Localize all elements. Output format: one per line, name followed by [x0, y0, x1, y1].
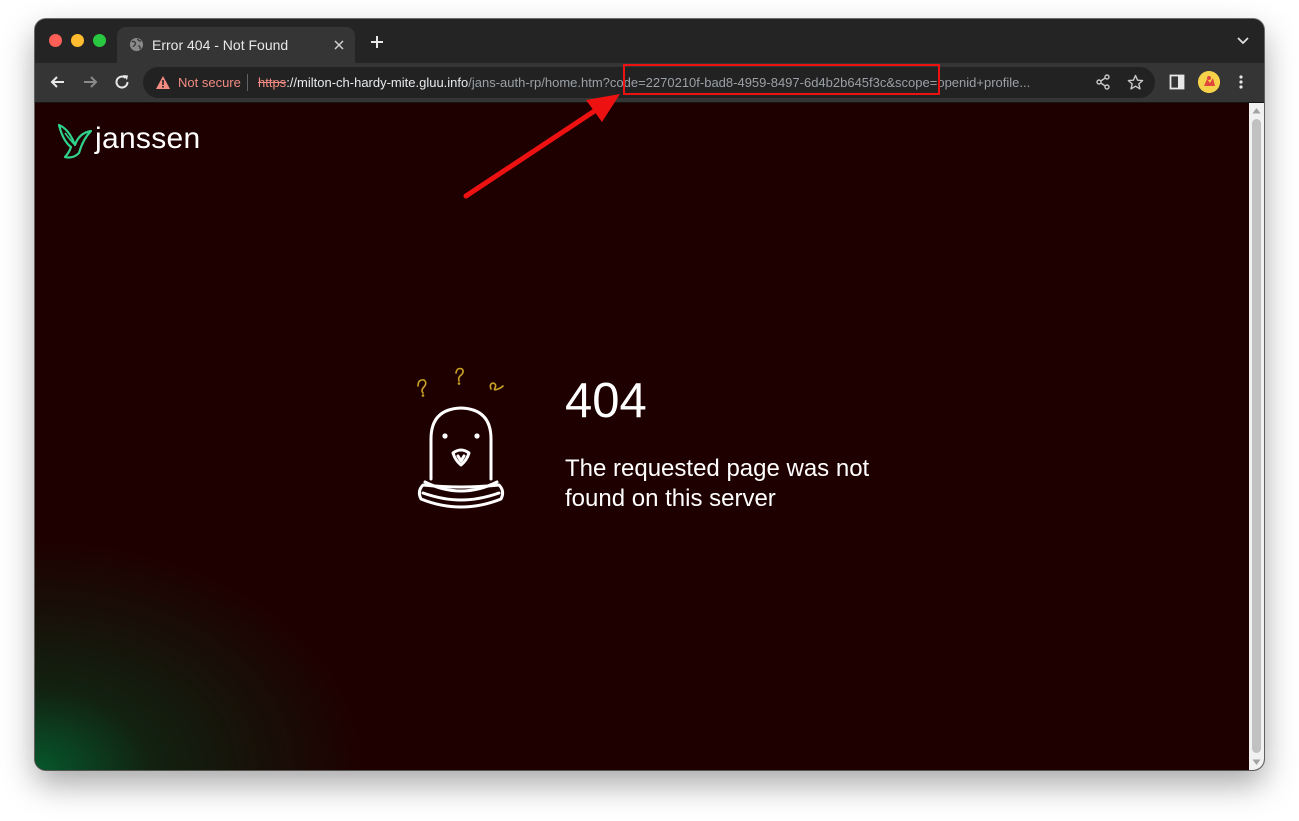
url-host: ://milton-ch-hardy-mite.gluu.info — [286, 75, 469, 90]
page-content: janssen 404 The requested page was not f… — [35, 103, 1264, 770]
logo-text: janssen — [95, 122, 201, 155]
browser-tab[interactable]: Error 404 - Not Found — [117, 27, 355, 63]
annotation-arrow-icon — [463, 94, 620, 199]
janssen-logo[interactable]: janssen — [55, 119, 225, 163]
browser-window: Error 404 - Not Found Not secure https:/… — [35, 19, 1264, 770]
close-icon[interactable] — [331, 37, 347, 53]
chevron-down-icon[interactable] — [1236, 36, 1250, 46]
arrow-right-icon[interactable] — [81, 73, 99, 91]
arrow-left-icon[interactable] — [49, 73, 67, 91]
reload-icon[interactable] — [113, 73, 131, 91]
error-message: The requested page was not found on this… — [565, 455, 870, 512]
window-maximize-button[interactable] — [93, 34, 106, 47]
avatar[interactable] — [1198, 71, 1220, 93]
plus-icon[interactable] — [369, 34, 385, 50]
url-scheme: https — [258, 75, 287, 90]
profile-avatar-icon — [1198, 71, 1220, 93]
security-status[interactable]: Not secure — [178, 75, 241, 90]
window-minimize-button[interactable] — [71, 34, 84, 47]
bird-logo-icon — [57, 123, 93, 159]
window-close-button[interactable] — [49, 34, 62, 47]
warning-triangle-icon[interactable] — [155, 75, 171, 90]
scroll-down-arrow-icon[interactable] — [1252, 759, 1261, 766]
tab-title: Error 404 - Not Found — [152, 37, 289, 53]
vertical-scrollbar[interactable] — [1249, 103, 1264, 770]
address-divider — [247, 74, 248, 91]
annotation-highlight-box — [623, 64, 940, 95]
tab-strip: Error 404 - Not Found — [35, 19, 1264, 63]
side-panel-icon[interactable] — [1169, 74, 1185, 90]
kebab-menu-icon[interactable] — [1233, 74, 1249, 90]
share-icon[interactable] — [1095, 74, 1111, 90]
globe-icon — [129, 37, 144, 52]
scrollbar-thumb[interactable] — [1252, 119, 1261, 753]
error-code: 404 — [565, 374, 647, 428]
star-icon[interactable] — [1127, 74, 1144, 91]
confused-bird-illustration — [417, 367, 505, 509]
scroll-up-arrow-icon[interactable] — [1252, 107, 1261, 114]
